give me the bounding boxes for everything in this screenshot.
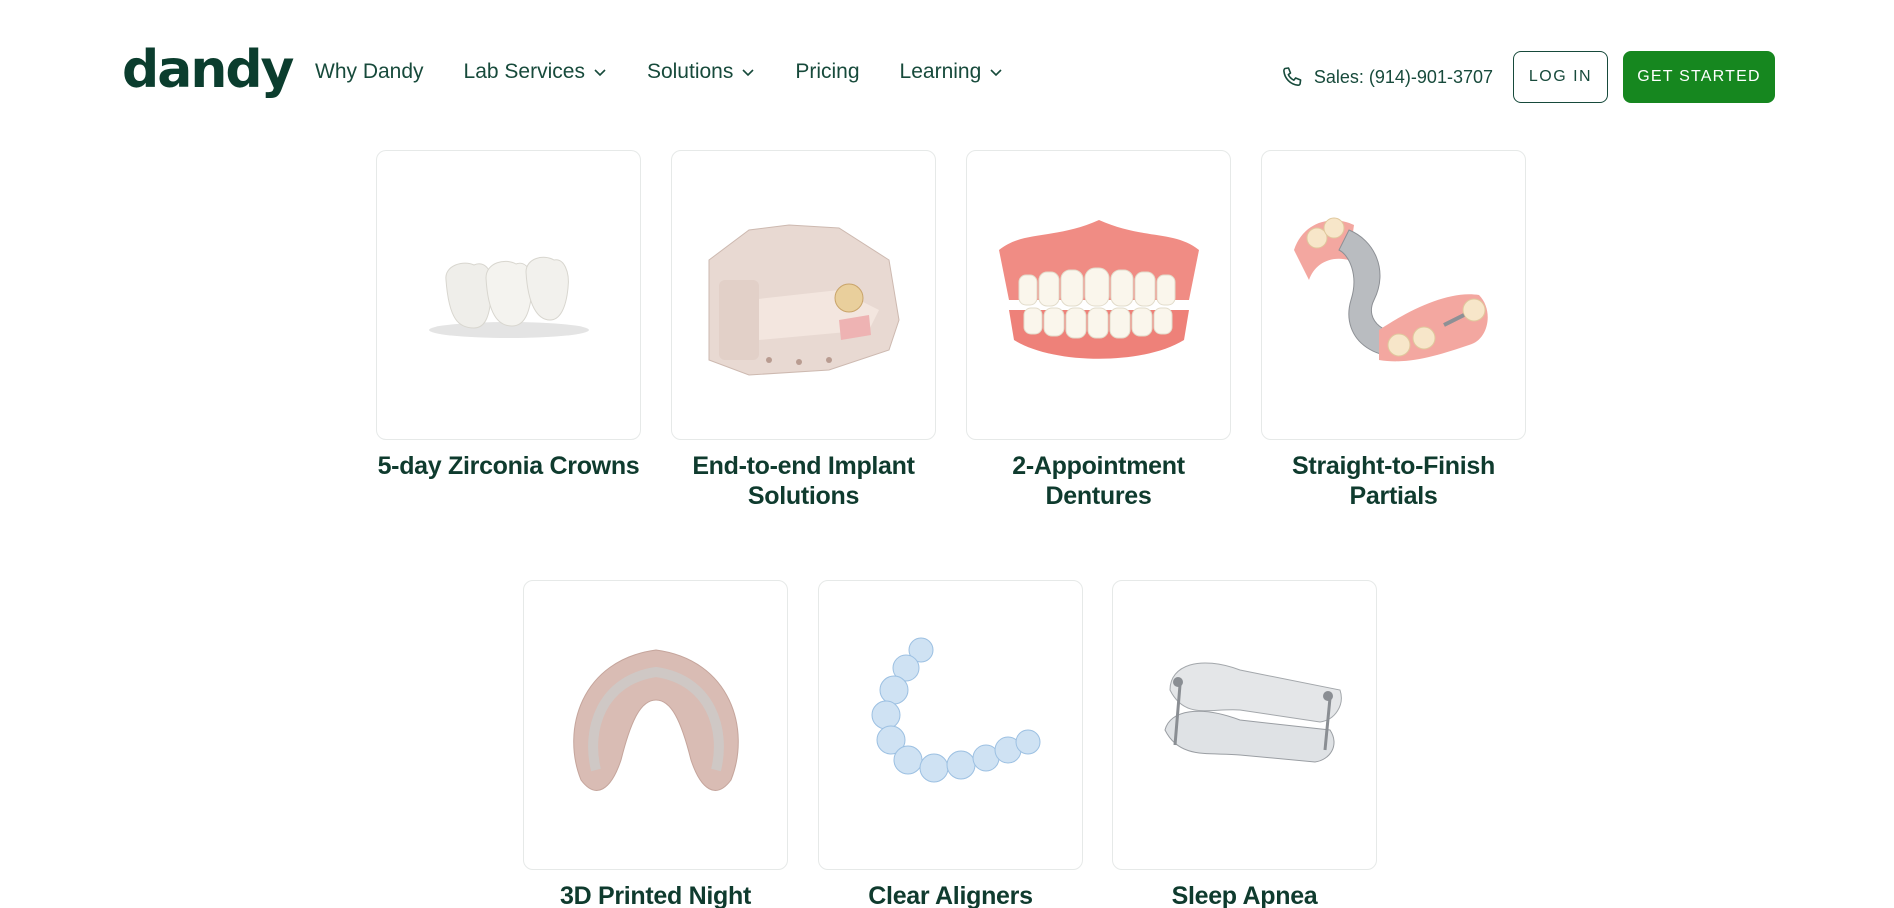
product-card-zirconia-crowns[interactable]: 5-day Zirconia Crowns xyxy=(376,150,641,481)
phone-icon xyxy=(1282,67,1302,87)
header-actions: Sales: (914)-901-3707 LOG IN GET STARTED xyxy=(1280,51,1775,103)
product-label: Straight-to-Finish Partials xyxy=(1292,452,1495,510)
product-card-implant-solutions[interactable]: End-to-end Implant Solutions xyxy=(671,150,936,511)
product-label: Sleep Apnea xyxy=(1171,882,1318,908)
nav-label: Learning xyxy=(899,60,982,83)
product-card-clear-aligners[interactable]: Clear Aligners xyxy=(818,580,1083,908)
product-label: 2-Appointment Dentures xyxy=(1012,452,1185,510)
product-card-sleep-apnea[interactable]: Sleep Apnea xyxy=(1112,580,1377,908)
dandy-logo[interactable]: dandy xyxy=(122,40,294,100)
product-card-night-guard[interactable]: 3D Printed Night xyxy=(523,580,788,908)
chevron-down-icon xyxy=(989,65,1003,79)
partial-denture-image xyxy=(1293,217,1488,362)
sales-phone-text: Sales: (914)-901-3707 xyxy=(1313,66,1493,87)
clear-aligner-image xyxy=(871,637,1040,783)
product-label: 5-day Zirconia Crowns xyxy=(377,452,640,480)
zirconia-crowns-image xyxy=(428,256,589,338)
sleep-apnea-appliance-image xyxy=(1163,662,1342,763)
product-card-partials[interactable]: Straight-to-Finish Partials xyxy=(1261,150,1526,511)
product-label: Clear Aligners xyxy=(868,882,1033,908)
page: dandy Why Dandy Lab Services Solutions P… xyxy=(0,0,1894,908)
get-started-button[interactable]: GET STARTED xyxy=(1623,51,1775,103)
dentures-image xyxy=(998,220,1199,359)
product-image-box xyxy=(1112,580,1377,870)
implant-model-image xyxy=(708,224,900,376)
nav-label: Lab Services xyxy=(463,60,585,83)
product-image-box xyxy=(523,580,788,870)
product-card-dentures[interactable]: 2-Appointment Dentures xyxy=(966,150,1231,511)
product-image-box xyxy=(818,580,1083,870)
site-header: dandy Why Dandy Lab Services Solutions P… xyxy=(0,0,1894,150)
main-nav: Why Dandy Lab Services Solutions Pricing… xyxy=(315,60,1043,84)
product-image-box xyxy=(376,150,641,440)
product-image-box xyxy=(671,150,936,440)
product-label: End-to-end Implant Solutions xyxy=(692,452,915,510)
chevron-down-icon xyxy=(741,65,755,79)
product-image-box xyxy=(1261,150,1526,440)
log-in-button[interactable]: LOG IN xyxy=(1513,51,1608,103)
nav-learning[interactable]: Learning xyxy=(900,60,1004,84)
product-label: 3D Printed Night xyxy=(559,882,752,908)
nav-solutions[interactable]: Solutions xyxy=(647,60,755,84)
nav-why-dandy[interactable]: Why Dandy xyxy=(315,60,424,84)
product-image-box xyxy=(966,150,1231,440)
nav-pricing[interactable]: Pricing xyxy=(795,60,859,84)
nav-label: Why Dandy xyxy=(315,60,424,83)
nav-label: Solutions xyxy=(646,60,734,83)
chevron-down-icon xyxy=(593,65,607,79)
night-guard-image xyxy=(572,649,739,791)
nav-lab-services[interactable]: Lab Services xyxy=(464,60,607,84)
sales-phone-link[interactable]: Sales: (914)-901-3707 xyxy=(1280,65,1493,89)
nav-label: Pricing xyxy=(795,60,860,83)
